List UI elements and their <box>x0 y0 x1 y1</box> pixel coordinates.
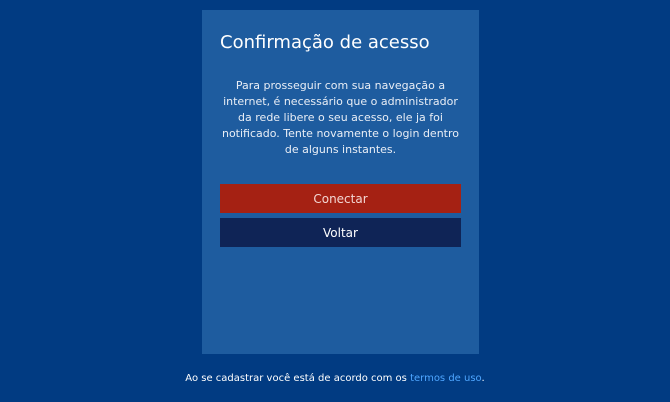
terms-footer-text: Ao se cadastrar você está de acordo com … <box>185 373 411 384</box>
back-button[interactable]: Voltar <box>220 218 461 247</box>
terms-footer: Ao se cadastrar você está de acordo com … <box>0 373 670 384</box>
terms-footer-suffix: . <box>481 373 485 384</box>
card-title: Confirmação de acesso <box>220 32 430 53</box>
card-message: Para prosseguir com sua navegação a inte… <box>221 79 459 156</box>
access-confirmation-card: Confirmação de acesso Para prosseguir co… <box>202 10 479 354</box>
connect-button[interactable]: Conectar <box>220 184 461 213</box>
terms-of-use-link[interactable]: termos de uso <box>410 373 481 384</box>
